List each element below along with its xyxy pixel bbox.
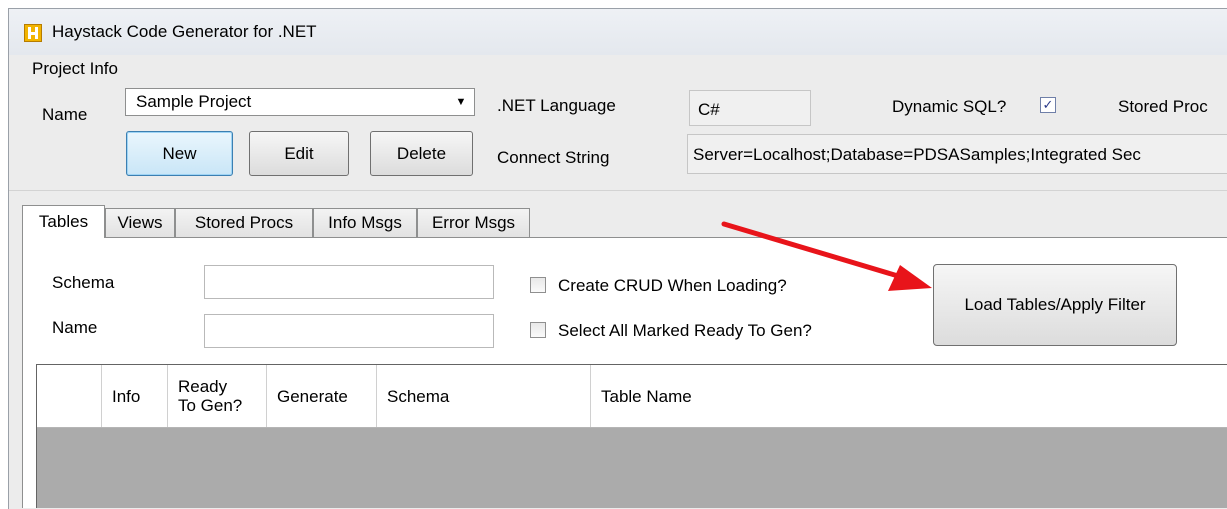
create-crud-checkbox[interactable] <box>530 277 546 293</box>
column-header-schema[interactable]: Schema <box>377 365 591 427</box>
column-header-ready-to-gen[interactable]: Ready To Gen? <box>168 365 267 427</box>
project-name-value: Sample Project <box>136 92 252 111</box>
connect-string-label: Connect String <box>497 148 610 167</box>
dynamic-sql-label: Dynamic SQL? <box>892 97 1007 116</box>
net-language-value: C# <box>698 100 720 119</box>
schema-label: Schema <box>52 273 115 292</box>
net-language-label: .NET Language <box>497 96 616 115</box>
arrow-shaft <box>721 221 901 279</box>
column-header-table-name[interactable]: Table Name <box>591 365 1227 427</box>
column-header-info[interactable]: Info <box>102 365 168 427</box>
name-filter-label: Name <box>52 318 98 337</box>
window-title: Haystack Code Generator for .NET <box>52 22 317 41</box>
tab-stored-procs[interactable]: Stored Procs <box>175 208 313 237</box>
schema-input[interactable] <box>204 265 494 299</box>
project-name-dropdown[interactable]: Sample Project ▼ <box>125 88 475 116</box>
chevron-down-icon[interactable]: ▼ <box>454 95 468 109</box>
select-all-ready-checkbox[interactable] <box>530 322 546 338</box>
arrow-head <box>888 265 932 291</box>
tab-tables[interactable]: Tables <box>22 205 105 238</box>
dynamic-sql-checkbox[interactable]: ✓ <box>1040 97 1056 113</box>
row-header-cell <box>37 365 102 427</box>
connect-string-field[interactable]: Server=Localhost;Database=PDSASamples;In… <box>687 134 1227 174</box>
select-all-ready-label: Select All Marked Ready To Gen? <box>558 321 812 340</box>
tab-info-msgs[interactable]: Info Msgs <box>313 208 417 237</box>
project-info-group-label: Project Info <box>32 59 118 78</box>
edit-project-button[interactable]: Edit <box>249 131 349 176</box>
stored-proc-label: Stored Proc <box>1118 97 1208 116</box>
annotation-arrow-icon <box>721 221 932 291</box>
group-divider <box>9 190 1227 191</box>
load-tables-button[interactable]: Load Tables/Apply Filter <box>933 264 1177 346</box>
haystack-app-icon <box>24 24 42 42</box>
net-language-field: C# <box>689 90 811 126</box>
connect-string-value: Server=Localhost;Database=PDSASamples;In… <box>693 145 1141 164</box>
tables-grid[interactable]: Info Ready To Gen? Generate Schema Table… <box>36 364 1227 508</box>
grid-header: Info Ready To Gen? Generate Schema Table… <box>37 365 1227 428</box>
tab-error-msgs[interactable]: Error Msgs <box>417 208 530 237</box>
column-header-generate[interactable]: Generate <box>267 365 377 427</box>
name-label: Name <box>42 105 88 124</box>
new-project-button[interactable]: New <box>126 131 233 176</box>
tab-views[interactable]: Views <box>105 208 175 237</box>
name-filter-input[interactable] <box>204 314 494 348</box>
delete-project-button[interactable]: Delete <box>370 131 473 176</box>
